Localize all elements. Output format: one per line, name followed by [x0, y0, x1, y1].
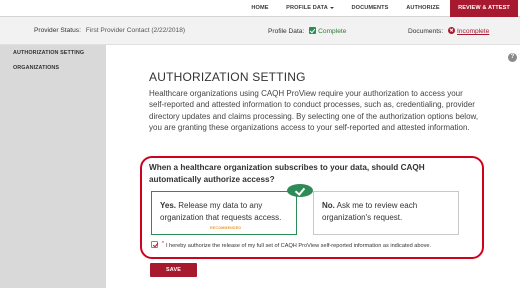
nav-profile-data-label: PROFILE DATA — [286, 5, 328, 11]
provider-status: Provider Status: First Provider Contact … — [34, 27, 185, 34]
top-navigation: HOME PROFILE DATA DOCUMENTS AUTHORIZE RE… — [0, 0, 520, 17]
documents-label: Documents: — [408, 28, 444, 35]
option-no-description: Ask me to review each organization's req… — [322, 201, 418, 222]
option-yes-text: Yes. Release my data to any organization… — [160, 200, 294, 223]
profile-data-status: Profile Data: Complete — [268, 27, 346, 35]
selected-check-icon — [287, 184, 313, 197]
sidebar-item-organizations[interactable]: ORGANIZATIONS — [13, 65, 59, 71]
status-bar: Provider Status: First Provider Contact … — [0, 17, 520, 45]
option-no-lead: No. — [322, 201, 335, 210]
documents-incomplete-link[interactable]: Incomplete — [457, 28, 489, 35]
required-asterisk-icon: * — [162, 241, 164, 247]
provider-status-label: Provider Status: — [34, 27, 81, 34]
intro-paragraph: Healthcare organizations using CAQH ProV… — [149, 89, 479, 133]
profile-data-label: Profile Data: — [268, 28, 305, 35]
profile-data-value: Complete — [318, 28, 347, 35]
save-button[interactable]: SAVE — [150, 263, 197, 277]
option-yes-card[interactable]: Yes. Release my data to any organization… — [151, 191, 297, 235]
nav-review-attest[interactable]: REVIEW & ATTEST — [450, 0, 518, 17]
recommended-badge: RECOMMENDED — [210, 226, 242, 230]
provider-status-value: First Provider Contact (2/22/2018) — [85, 27, 186, 34]
sidebar: AUTHORIZATION SETTING ORGANIZATIONS — [0, 45, 106, 288]
help-icon[interactable]: ? — [508, 53, 517, 62]
option-no-text: No. Ask me to review each organization's… — [322, 200, 456, 223]
page-title: AUTHORIZATION SETTING — [149, 70, 306, 84]
nav-authorize[interactable]: AUTHORIZE — [400, 0, 446, 17]
consent-label: * I hereby authorize the release of my fu… — [162, 241, 431, 249]
nav-home[interactable]: HOME — [246, 0, 274, 17]
documents-status: Documents: Incomplete — [408, 27, 489, 35]
sidebar-item-authorization-setting[interactable]: AUTHORIZATION SETTING — [13, 50, 84, 56]
authorization-question: When a healthcare organization subscribe… — [149, 163, 425, 184]
consent-checkbox[interactable] — [151, 241, 158, 248]
option-no-card[interactable]: No. Ask me to review each organization's… — [313, 191, 459, 235]
nav-documents[interactable]: DOCUMENTS — [344, 0, 396, 17]
option-yes-description: Release my data to any organization that… — [160, 201, 282, 222]
error-circle-icon — [448, 27, 456, 34]
consent-text: I hereby authorize the release of my ful… — [165, 243, 432, 249]
option-yes-lead: Yes. — [160, 201, 177, 210]
chevron-down-icon — [329, 6, 334, 9]
nav-profile-data[interactable]: PROFILE DATA — [282, 0, 338, 17]
check-square-icon — [309, 27, 317, 34]
